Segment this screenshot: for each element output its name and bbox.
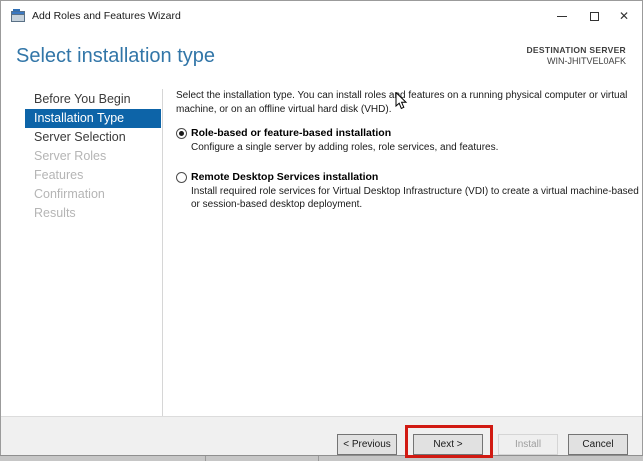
cancel-button[interactable]: Cancel bbox=[568, 434, 628, 455]
sidebar-item-server-roles: Server Roles bbox=[34, 149, 107, 163]
option-role-based-label[interactable]: Role-based or feature-based installation bbox=[191, 127, 391, 139]
radio-remote-desktop-icon[interactable] bbox=[176, 172, 187, 183]
close-icon: ✕ bbox=[618, 9, 630, 23]
previous-button[interactable]: < Previous bbox=[337, 434, 397, 455]
screenshot-root: Add Roles and Features Wizard ✕ Select i… bbox=[0, 0, 643, 461]
taskbar-strip bbox=[0, 455, 643, 461]
titlebar: Add Roles and Features Wizard ✕ bbox=[1, 1, 642, 31]
destination-server-name: WIN-JHITVEL0AFK bbox=[546, 56, 626, 66]
option-remote-desktop-description-line-1: Install required role services for Virtu… bbox=[191, 186, 639, 197]
destination-server-label: DESTINATION SERVER bbox=[526, 45, 626, 55]
maximize-icon bbox=[589, 11, 599, 21]
maximize-button[interactable] bbox=[578, 1, 610, 31]
sidebar-item-before-you-begin[interactable]: Before You Begin bbox=[25, 90, 161, 109]
sidebar-item-confirmation: Confirmation bbox=[34, 187, 105, 201]
window-title: Add Roles and Features Wizard bbox=[32, 10, 181, 22]
sidebar-item-server-selection[interactable]: Server Selection bbox=[25, 128, 161, 147]
taskbar-separator bbox=[205, 456, 206, 461]
option-remote-desktop-description-line-2: or session-based desktop deployment. bbox=[191, 199, 363, 210]
next-button[interactable]: Next > bbox=[413, 434, 483, 455]
option-role-based-description: Configure a single server by adding role… bbox=[191, 142, 499, 153]
option-remote-desktop-label[interactable]: Remote Desktop Services installation bbox=[191, 171, 378, 183]
minimize-button[interactable] bbox=[546, 1, 578, 31]
sidebar-item-results: Results bbox=[34, 206, 76, 220]
taskbar-separator bbox=[318, 456, 319, 461]
close-button[interactable]: ✕ bbox=[608, 1, 640, 31]
nav-content-divider bbox=[162, 89, 163, 416]
sidebar-item-installation-type[interactable]: Installation Type bbox=[25, 109, 161, 128]
minimize-icon bbox=[557, 15, 567, 17]
install-button[interactable]: Install bbox=[498, 434, 558, 455]
sidebar-item-features: Features bbox=[34, 168, 84, 182]
mouse-cursor-icon bbox=[395, 92, 408, 110]
destination-server-block: DESTINATION SERVER WIN-JHITVEL0AFK bbox=[526, 45, 626, 67]
radio-role-based-icon[interactable] bbox=[176, 128, 187, 139]
wizard-window: Add Roles and Features Wizard ✕ Select i… bbox=[0, 0, 643, 458]
page-title: Select installation type bbox=[16, 45, 216, 67]
wizard-app-icon bbox=[11, 9, 25, 22]
wizard-steps-nav: Before You Begin Installation Type Serve… bbox=[25, 90, 161, 223]
